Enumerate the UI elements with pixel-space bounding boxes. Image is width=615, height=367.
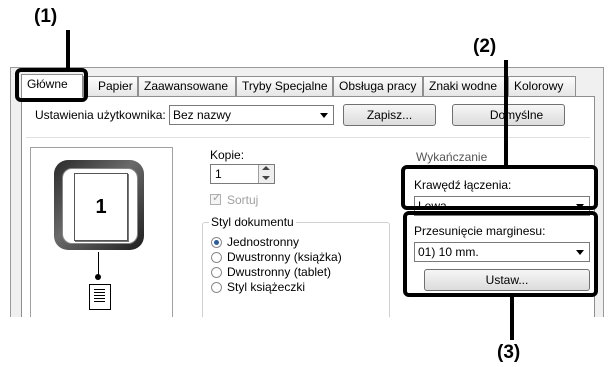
preview-frame: 1 <box>54 160 144 250</box>
preview-page: 1 <box>74 173 128 241</box>
user-settings-value: Bez nazwy <box>173 108 232 122</box>
radio-duplex-tablet-label: Dwustronny (tablet) <box>227 265 332 279</box>
radio-booklet-label: Styl książeczki <box>227 280 306 294</box>
save-button[interactable]: Zapisz... <box>343 104 436 126</box>
user-settings-label: Ustawienia użytkownika: <box>35 108 166 122</box>
user-settings-select[interactable]: Bez nazwy <box>169 105 334 125</box>
arrow-up-icon[interactable] <box>262 166 270 170</box>
tab-main[interactable]: Główne <box>21 74 83 97</box>
callout-frame-3 <box>403 211 598 297</box>
radio-booklet[interactable] <box>211 282 222 293</box>
checkmark-icon: ✓ <box>212 192 222 204</box>
radio-duplex-tablet[interactable] <box>211 267 222 278</box>
print-preview-panel: 1 <box>30 147 173 317</box>
copies-label: Kopie: <box>210 148 245 162</box>
callout-frame-2 <box>401 165 598 210</box>
connector-dot <box>95 274 101 280</box>
collate-checkbox[interactable]: ✓ <box>210 192 222 205</box>
callout-label-3: (3) <box>497 342 521 363</box>
callout-label-2: (2) <box>473 36 497 57</box>
document-style-label: Styl dokumentu <box>209 215 296 229</box>
preview-page-number: 1 <box>95 196 107 218</box>
tab-paper[interactable]: Papier <box>83 76 138 96</box>
radio-simplex-label: Jednostronny <box>227 235 300 249</box>
callout-leader-3 <box>510 296 514 340</box>
document-icon <box>89 284 111 310</box>
collate-label: Sortuj <box>227 193 259 207</box>
chevron-down-icon <box>320 113 328 118</box>
tab-color[interactable]: Kolorowy <box>508 76 576 96</box>
callout-leader-1 <box>66 30 70 69</box>
copies-value: 1 <box>215 167 222 181</box>
callout-leader-2 <box>504 60 508 166</box>
tab-job-handling[interactable]: Obsługa pracy <box>333 76 423 96</box>
radio-simplex[interactable] <box>211 237 222 248</box>
arrow-down-icon[interactable] <box>262 176 270 180</box>
spinner-buttons[interactable] <box>258 165 274 183</box>
tab-special-modes[interactable]: Tryby Specjalne <box>236 76 333 96</box>
tab-advanced[interactable]: Zaawansowane <box>138 76 236 96</box>
callout-label-1: (1) <box>34 6 58 27</box>
defaults-button[interactable]: Domyślne <box>452 104 565 126</box>
radio-duplex-book-label: Dwustronny (książka) <box>227 250 342 264</box>
radio-duplex-book[interactable] <box>211 252 222 263</box>
finishing-group-label: Wykańczanie <box>416 150 488 164</box>
copies-spinner[interactable]: 1 <box>210 164 275 184</box>
tab-watermarks[interactable]: Znaki wodne <box>423 76 508 96</box>
